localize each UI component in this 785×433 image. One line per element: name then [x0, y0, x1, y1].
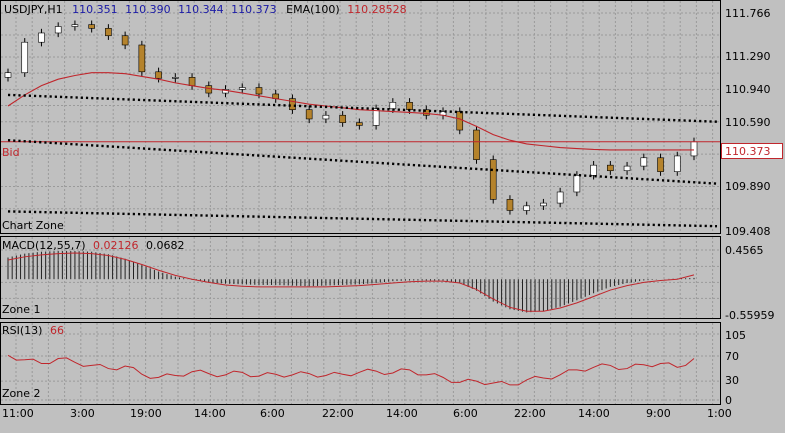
candle-body — [255, 87, 263, 95]
candle-body — [406, 102, 413, 111]
candle-body — [322, 114, 330, 120]
price-axis-label: 109.408 — [725, 225, 771, 238]
low-value: 110.344 — [178, 3, 224, 16]
price-axis-label: 111.766 — [725, 7, 771, 20]
chart-zone-label: Chart Zone — [2, 219, 64, 232]
candle-body — [389, 102, 397, 110]
macd-signal-value: 0.0682 — [146, 239, 185, 252]
candle-body — [88, 24, 95, 29]
symbol-label: USDJPY,H1 — [4, 3, 63, 16]
candle-body — [289, 98, 296, 111]
candle-body — [473, 129, 480, 160]
candle-body — [339, 114, 346, 123]
candle-body — [673, 155, 681, 172]
high-value: 110.390 — [125, 3, 171, 16]
time-axis-label: 14:00 — [386, 407, 418, 420]
time-axis-label: 14:00 — [578, 407, 610, 420]
time-axis-label: 22:00 — [322, 407, 354, 420]
rsi-value: 66 — [49, 324, 64, 337]
close-value: 110.373 — [231, 3, 277, 16]
candle-body — [172, 77, 179, 79]
ema-label: EMA(100) — [286, 3, 340, 16]
rsi-axis-label: 105 — [725, 329, 746, 342]
candle-body — [188, 77, 196, 86]
open-value: 110.351 — [72, 3, 118, 16]
time-axis-label: 22:00 — [514, 407, 546, 420]
candle-body — [238, 87, 246, 90]
ema-value: 110.28528 — [347, 3, 407, 16]
candle-body — [623, 165, 631, 172]
candle-body — [138, 44, 146, 73]
candle-body — [657, 157, 664, 172]
candle-body — [105, 28, 112, 37]
time-axis-label: 14:00 — [194, 407, 226, 420]
time-axis-label: 9:00 — [646, 407, 671, 420]
candle-body — [205, 85, 213, 94]
candle-body — [640, 157, 648, 167]
bid-price-box: 110.373 — [721, 143, 783, 159]
time-axis-label: 11:00 — [2, 407, 34, 420]
zone-2-label: Zone 2 — [2, 387, 41, 400]
rsi-label: RSI(13) — [2, 324, 43, 337]
candle-body — [540, 202, 547, 207]
macd-axis-label: -0.55959 — [725, 309, 775, 322]
candle-body — [489, 159, 497, 200]
price-axis-label: 110.590 — [725, 116, 771, 129]
candle-body — [607, 164, 614, 172]
candle-body — [4, 72, 12, 78]
price-axis-label: 110.940 — [725, 83, 771, 96]
candle-body — [590, 164, 597, 176]
rsi-plot-area[interactable] — [0, 322, 721, 404]
candle-body — [456, 111, 464, 131]
bid-label: Bid — [2, 146, 20, 159]
chart-canvas — [0, 0, 721, 405]
candle-body — [121, 35, 129, 46]
rsi-axis-label: 0 — [725, 394, 732, 407]
zone-1-label: Zone 1 — [2, 303, 41, 316]
price-axis-label: 111.290 — [725, 50, 771, 63]
candle-body — [21, 41, 29, 74]
candle-body — [506, 199, 514, 211]
rsi-axis-label: 30 — [725, 374, 739, 387]
macd-header: MACD(12,55,7) 0.02126 0.0682 — [2, 239, 185, 252]
macd-label: MACD(12,55,7) — [2, 239, 86, 252]
candle-body — [556, 191, 564, 204]
time-axis-label: 6:00 — [453, 407, 478, 420]
candle-body — [690, 141, 698, 157]
candle-body — [356, 122, 363, 126]
candle-body — [155, 71, 162, 79]
rsi-axis-label: 70 — [725, 350, 739, 363]
time-axis-label: 19:00 — [130, 407, 162, 420]
rsi-header: RSI(13) 66 — [2, 324, 64, 337]
main-header: USDJPY,H1 110.351 110.390 110.344 110.37… — [4, 3, 407, 16]
candle-body — [305, 109, 313, 120]
macd-axis-label: 0.4565 — [725, 244, 764, 257]
macd-value: 0.02126 — [93, 239, 139, 252]
time-axis-label: 6:00 — [260, 407, 285, 420]
candle-body — [573, 175, 581, 193]
candle-body — [38, 32, 45, 43]
candle-body — [71, 24, 79, 27]
price-axis-label: 109.890 — [725, 180, 771, 193]
candle-body — [54, 26, 62, 34]
candle-body — [523, 205, 530, 211]
time-axis-label: 1:00 — [707, 407, 732, 420]
time-axis-label: 3:00 — [70, 407, 95, 420]
